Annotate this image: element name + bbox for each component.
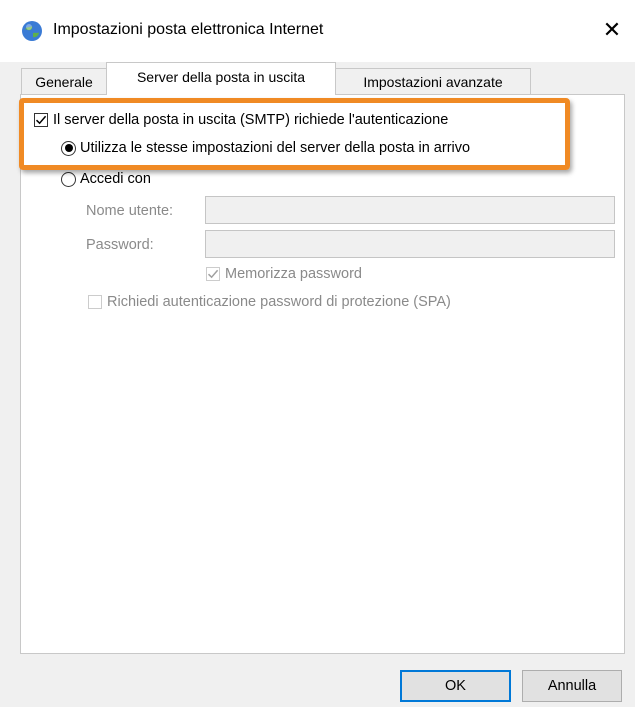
globe-icon <box>22 21 42 41</box>
close-button[interactable]: ✕ <box>589 0 635 60</box>
window-title: Impostazioni posta elettronica Internet <box>53 21 324 38</box>
login-with-radio[interactable] <box>61 171 76 187</box>
smtp-auth-option[interactable]: Il server della posta in uscita (SMTP) r… <box>34 112 448 128</box>
password-field[interactable] <box>205 230 615 258</box>
use-same-settings-label: Utilizza le stesse impostazioni del serv… <box>80 140 471 156</box>
spa-option[interactable]: Richiedi autenticazione password di prot… <box>88 294 451 310</box>
smtp-auth-label: Il server della posta in uscita (SMTP) r… <box>53 112 449 128</box>
username-label: Nome utente: <box>86 203 174 219</box>
use-same-settings-option[interactable]: Utilizza le stesse impostazioni del serv… <box>61 140 470 156</box>
spa-label: Richiedi autenticazione password di prot… <box>107 294 451 310</box>
title-bar: Impostazioni posta elettronica Internet … <box>0 0 635 62</box>
remember-password-option[interactable]: Memorizza password <box>206 266 362 282</box>
tab-general[interactable]: Generale <box>21 68 107 94</box>
smtp-auth-checkbox[interactable] <box>34 113 48 127</box>
cancel-button[interactable]: Annulla <box>522 670 622 702</box>
checkmark-icon <box>35 115 47 125</box>
internet-email-settings-dialog: Impostazioni posta elettronica Internet … <box>0 0 635 707</box>
login-with-label: Accedi con <box>80 171 151 187</box>
checkmark-icon <box>207 269 219 279</box>
username-field[interactable] <box>205 196 615 224</box>
use-same-settings-radio[interactable] <box>61 140 76 156</box>
password-label: Password: <box>86 237 154 253</box>
remember-password-checkbox[interactable] <box>206 267 220 281</box>
ok-button[interactable]: OK <box>400 670 511 702</box>
tab-advanced-settings[interactable]: Impostazioni avanzate <box>335 68 531 94</box>
radio-selected-dot <box>64 144 73 152</box>
spa-checkbox[interactable] <box>88 295 102 309</box>
login-with-option[interactable]: Accedi con <box>61 171 151 187</box>
tab-outgoing-server[interactable]: Server della posta in uscita <box>106 62 336 95</box>
remember-password-label: Memorizza password <box>225 266 362 282</box>
close-icon: ✕ <box>602 17 622 42</box>
